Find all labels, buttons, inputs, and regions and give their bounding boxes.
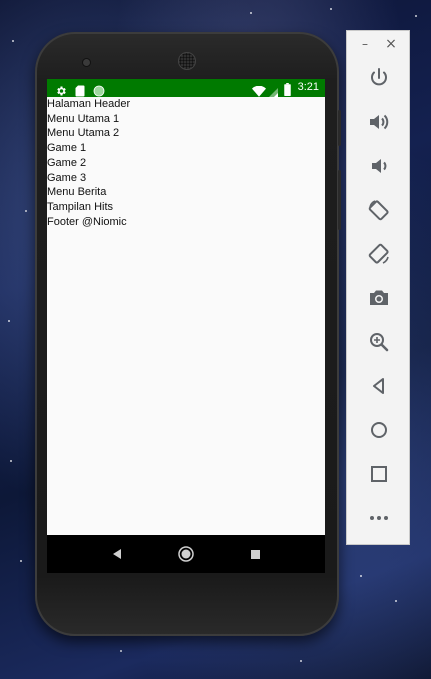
volume-down-icon[interactable] [367, 154, 391, 178]
list-item-game-2: Game 2 [47, 156, 87, 169]
rotate-right-icon[interactable] [367, 242, 391, 266]
phone-volume-button [338, 170, 341, 230]
star [20, 560, 22, 562]
list-item-tampilan-hits: Tampilan Hits [47, 200, 114, 213]
star [250, 12, 252, 14]
list-item-menu-berita: Menu Berita [47, 186, 107, 199]
star [330, 8, 332, 10]
device-screen: 3:21 Halaman Header Menu Utama 1 Menu Ut… [47, 79, 325, 573]
status-bar: 3:21 [47, 79, 325, 98]
home-icon[interactable] [367, 418, 391, 442]
recents-square-icon[interactable] [247, 546, 263, 562]
star [8, 320, 10, 322]
list-item-footer: Footer @Niomic [47, 215, 127, 228]
list-item-game-3: Game 3 [47, 171, 87, 184]
star [25, 210, 27, 212]
list-item-menu-utama-1: Menu Utama 1 [47, 112, 120, 125]
navigation-bar [47, 535, 325, 573]
list-item-halaman-header: Halaman Header [47, 98, 131, 110]
star [360, 575, 362, 577]
speaker-grill [179, 53, 195, 69]
back-triangle-icon[interactable] [109, 546, 125, 562]
back-icon[interactable] [367, 374, 391, 398]
overview-icon[interactable] [367, 462, 391, 486]
rotate-left-icon[interactable] [367, 198, 391, 222]
list-item-game-1: Game 1 [47, 142, 87, 155]
content-list: Halaman Header Menu Utama 1 Menu Utama 2… [47, 97, 325, 229]
star [12, 40, 14, 42]
panel-titlebar: – × [347, 31, 409, 59]
home-circle-icon[interactable] [178, 546, 194, 562]
star [395, 600, 397, 602]
camera-icon[interactable] [367, 286, 391, 310]
star [10, 460, 12, 462]
front-camera [83, 59, 90, 66]
minimize-button[interactable]: – [358, 37, 372, 51]
star [120, 650, 122, 652]
star [415, 15, 417, 17]
volume-up-icon[interactable] [367, 110, 391, 134]
zoom-icon[interactable] [367, 330, 391, 354]
emulator-panel: – × [346, 30, 410, 545]
more-icon[interactable] [367, 506, 391, 530]
power-icon[interactable] [367, 66, 391, 90]
star [300, 660, 302, 662]
list-item-menu-utama-2: Menu Utama 2 [47, 127, 120, 140]
status-time: 3:21 [297, 81, 319, 93]
phone-power-button [338, 110, 341, 146]
close-button[interactable]: × [384, 37, 398, 51]
